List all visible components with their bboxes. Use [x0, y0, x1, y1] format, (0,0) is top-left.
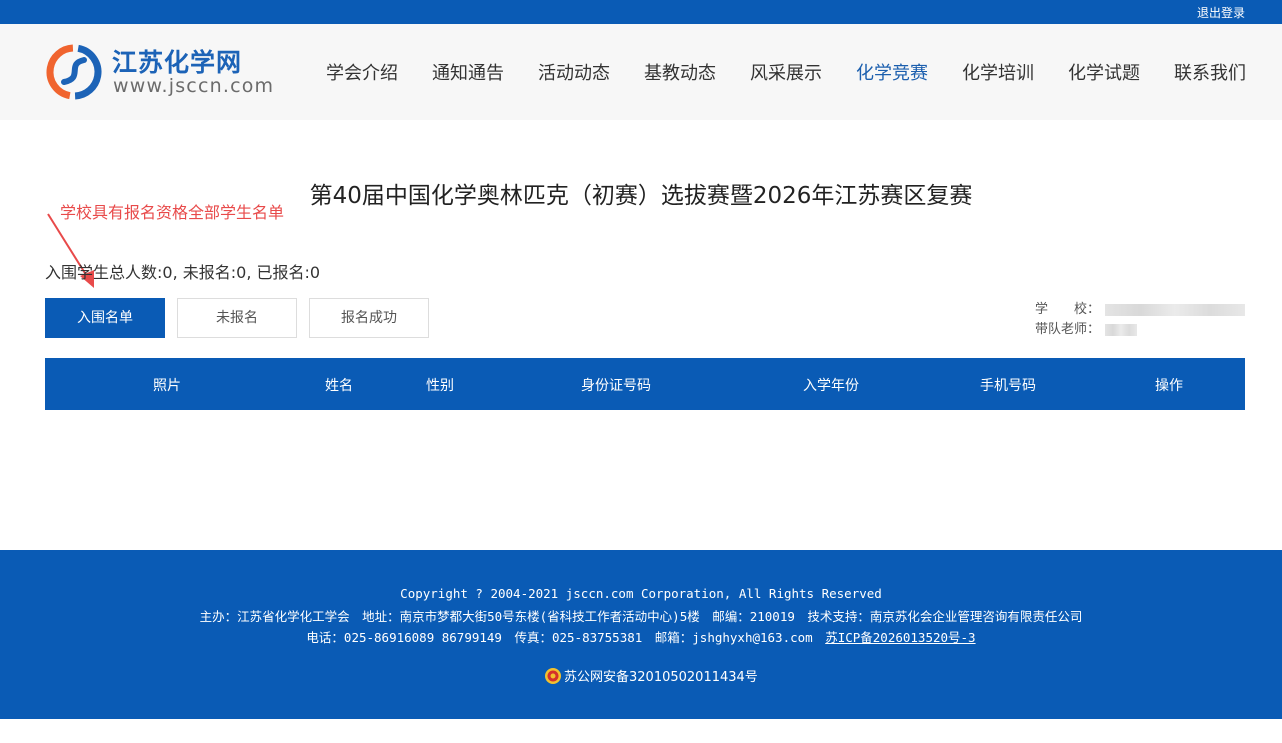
student-stats: 入围学生总人数:0, 未报名:0, 已报名:0: [45, 263, 321, 282]
nav-item-basic-education[interactable]: 基教动态: [644, 59, 716, 85]
footer-copyright: Copyright ? 2004-2021 jsccn.com Corporat…: [400, 586, 882, 601]
teacher-value-redacted: [1105, 324, 1137, 336]
top-bar: 退出登录: [0, 0, 1282, 24]
column-header-phone: 手机号码: [980, 378, 1036, 394]
column-header-id-number: 身份证号码: [581, 378, 651, 394]
nav-item-notices[interactable]: 通知通告: [432, 59, 504, 85]
police-record[interactable]: 苏公网安备32010502011434号: [544, 666, 758, 685]
table-header: 照片 姓名 性别 身份证号码 入学年份 手机号码 操作: [45, 358, 1245, 410]
school-label: 学 校：: [1035, 302, 1101, 317]
nav-item-training[interactable]: 化学培训: [962, 59, 1034, 85]
column-header-name: 姓名: [325, 378, 353, 394]
logo-url: www.jsccn.com: [113, 75, 275, 97]
nav-item-activities[interactable]: 活动动态: [538, 59, 610, 85]
nav-item-about[interactable]: 学会介绍: [326, 59, 398, 85]
column-header-gender: 性别: [426, 378, 454, 394]
logo-mark-icon: [46, 44, 102, 100]
teacher-label: 带队老师：: [1035, 322, 1101, 337]
column-header-enrollment-year: 入学年份: [803, 378, 859, 394]
column-header-photo: 照片: [153, 378, 181, 394]
school-row: 学 校：: [1035, 300, 1245, 320]
nav-item-competition[interactable]: 化学竞赛: [856, 59, 928, 85]
site-logo[interactable]: 江苏化学网 www.jsccn.com: [44, 42, 284, 102]
nav-item-exams[interactable]: 化学试题: [1068, 59, 1140, 85]
tab-registered[interactable]: 报名成功: [309, 298, 429, 338]
nav-item-contact[interactable]: 联系我们: [1174, 59, 1246, 85]
footer-contact-line: 电话：025-86916089 86799149 传真：025-83755381…: [0, 627, 1282, 646]
site-footer: Copyright ? 2004-2021 jsccn.com Corporat…: [0, 550, 1282, 719]
tab-shortlist[interactable]: 入围名单: [45, 298, 165, 338]
logo-title: 江苏化学网: [112, 48, 243, 77]
school-info: 学 校： 带队老师：: [1035, 300, 1245, 340]
police-badge-icon: [545, 667, 561, 684]
footer-contact: 电话：025-86916089 86799149 传真：025-83755381…: [306, 630, 826, 645]
tab-not-registered[interactable]: 未报名: [177, 298, 297, 338]
footer-icp-link[interactable]: 苏ICP备2026013520号-3: [825, 630, 975, 645]
column-header-actions: 操作: [1155, 378, 1183, 394]
teacher-row: 带队老师：: [1035, 320, 1245, 340]
site-header: 江苏化学网 www.jsccn.com 学会介绍 通知通告 活动动态 基教动态 …: [0, 24, 1282, 120]
main-nav: 学会介绍 通知通告 活动动态 基教动态 风采展示 化学竞赛 化学培训 化学试题 …: [292, 59, 1246, 85]
police-record-text: 苏公网安备32010502011434号: [564, 670, 758, 685]
nav-item-showcase[interactable]: 风采展示: [750, 59, 822, 85]
footer-organizer: 主办：江苏省化学化工学会 地址：南京市梦都大街50号东楼(省科技工作者活动中心)…: [199, 609, 1083, 624]
school-value-redacted: [1105, 304, 1245, 316]
logout-link[interactable]: 退出登录: [1197, 4, 1245, 21]
